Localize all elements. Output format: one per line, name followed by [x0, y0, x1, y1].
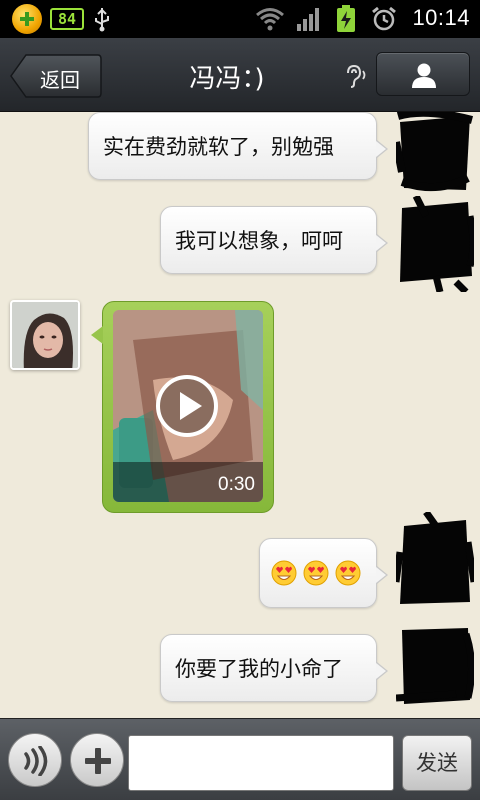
heart-eyes-emoji-icon: [303, 560, 329, 586]
message-text-input[interactable]: [128, 735, 394, 791]
play-icon[interactable]: [155, 374, 219, 438]
video-duration: 0:30: [218, 474, 255, 495]
voice-wave-icon: [24, 746, 48, 776]
notification-count-badge: 84: [50, 8, 84, 30]
usb-icon: [95, 8, 109, 32]
plus-icon: [85, 748, 111, 774]
outgoing-message[interactable]: 我可以想象，呵呵: [160, 206, 388, 274]
earpiece-mode-icon[interactable]: [342, 63, 368, 89]
message-list[interactable]: 实在费劲就软了，别勉强 我可以想象，呵呵 0:30 你要了我的小命了: [0, 112, 480, 718]
wifi-icon: [256, 8, 284, 31]
contact-avatar[interactable]: [10, 300, 80, 370]
chat-header: 返回 冯冯：): [0, 38, 480, 112]
incoming-video-message[interactable]: 0:30: [91, 301, 274, 513]
my-avatar-redacted: [396, 112, 474, 192]
app-notification-icon: [12, 4, 42, 34]
send-button[interactable]: 发送: [402, 735, 472, 791]
outgoing-emoji-message[interactable]: [259, 538, 388, 608]
back-button-label: 返回: [40, 68, 80, 92]
heart-eyes-emoji-icon: [271, 560, 297, 586]
my-avatar-redacted: [396, 628, 474, 704]
my-avatar-redacted: [400, 196, 474, 292]
outgoing-message[interactable]: 实在费劲就软了，别勉强: [88, 112, 388, 180]
contact-profile-button[interactable]: [376, 52, 470, 96]
chat-title: 冯冯：): [189, 64, 265, 94]
message-input-bar: 发送: [0, 718, 480, 800]
alarm-clock-icon: [372, 6, 396, 31]
heart-eyes-emoji-icon: [335, 560, 361, 586]
person-icon: [412, 63, 436, 88]
attachment-plus-button[interactable]: [70, 733, 124, 787]
back-button[interactable]: 返回: [10, 54, 102, 98]
outgoing-message[interactable]: 你要了我的小命了: [160, 634, 388, 702]
signal-strength-icon: [297, 8, 319, 31]
status-bar: 84 10:14: [0, 0, 480, 38]
voice-input-button[interactable]: [8, 733, 62, 787]
my-avatar-redacted: [396, 512, 474, 604]
battery-charging-icon: [337, 5, 355, 32]
video-thumbnail: 0:30: [113, 310, 263, 502]
clock-time: 10:14: [412, 5, 470, 30]
